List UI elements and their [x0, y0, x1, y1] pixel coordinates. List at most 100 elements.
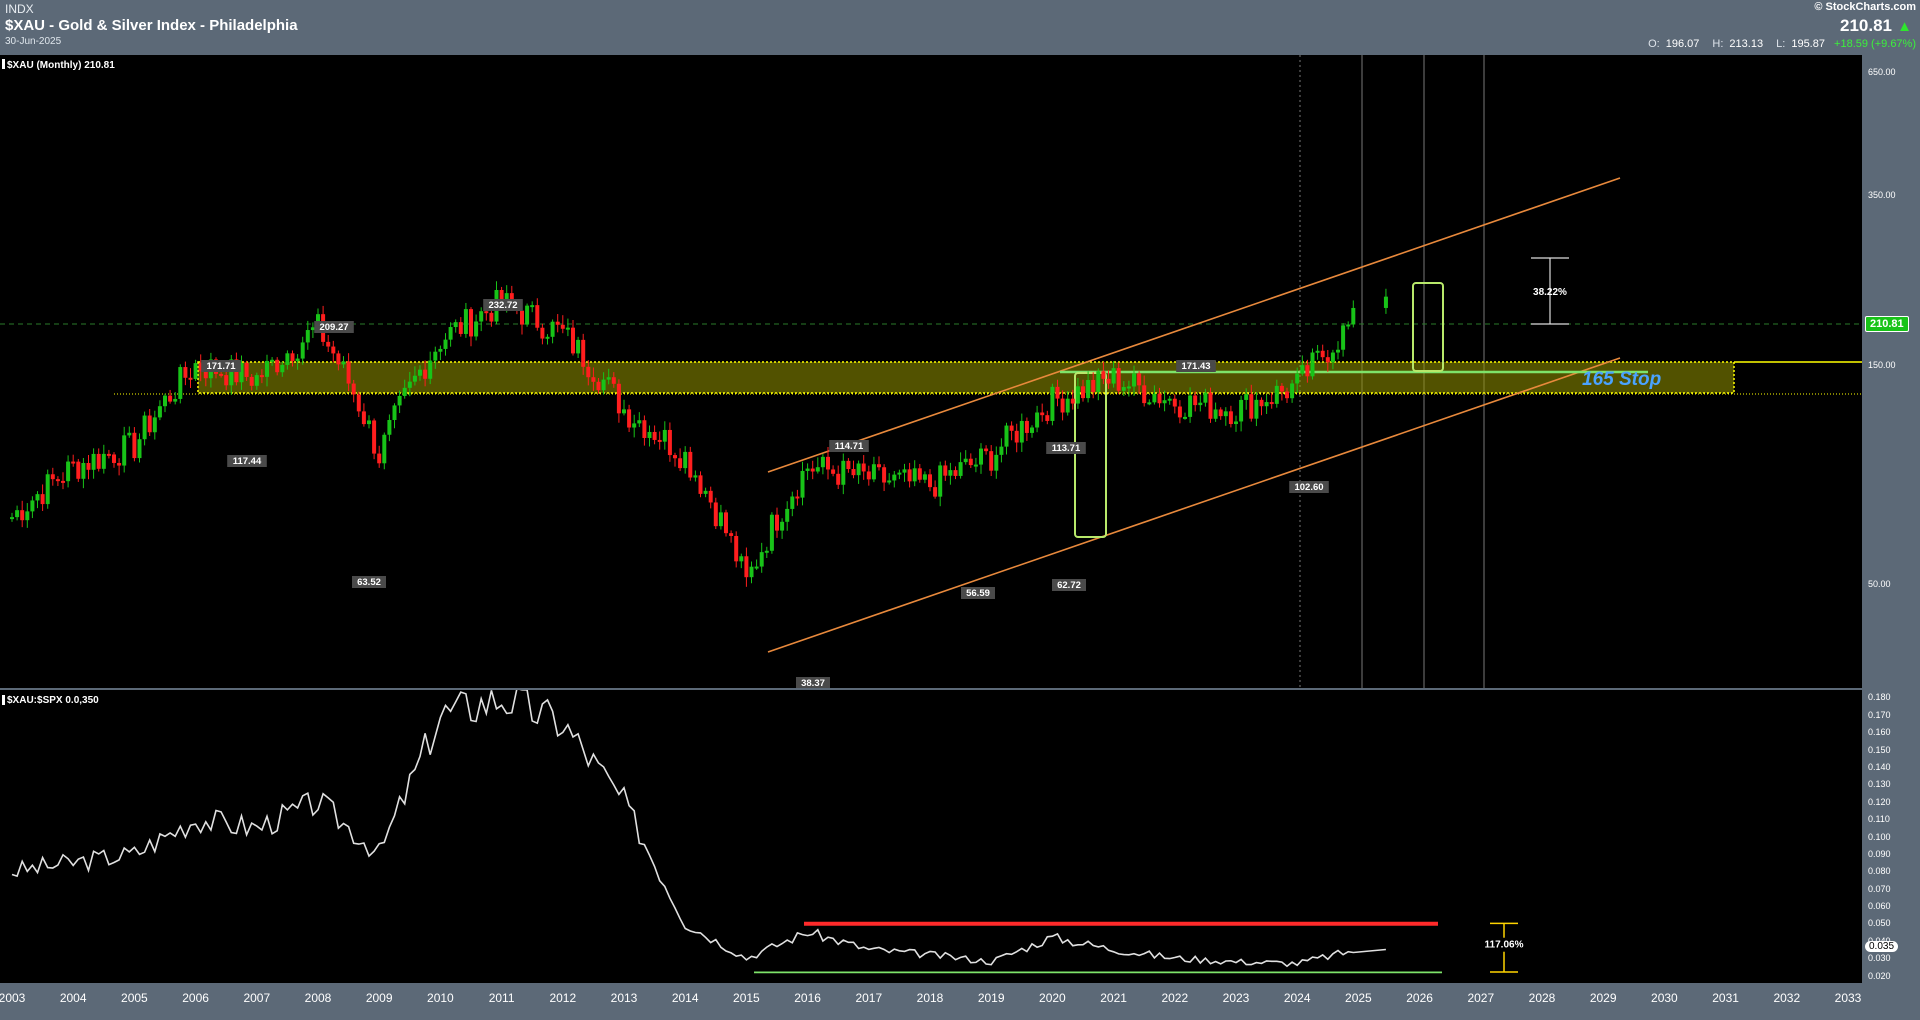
- candle-body: [1198, 402, 1203, 406]
- ratio-chart[interactable]: 117.06% $XAU:$SPX 0.0,350: [0, 687, 1862, 983]
- candle-body: [438, 348, 443, 352]
- candle-body: [1279, 385, 1284, 392]
- candle-body: [265, 360, 269, 377]
- candle-body: [729, 533, 734, 536]
- candle-body: [560, 324, 565, 329]
- candle-body: [1030, 427, 1034, 433]
- x-tick-label: 2024: [1283, 991, 1311, 1005]
- candle-body: [326, 341, 331, 347]
- candle-body: [1065, 398, 1070, 413]
- candle-body: [377, 453, 382, 464]
- candle-body: [443, 339, 448, 349]
- chart-header: INDX $XAU - Gold & Silver Index - Philad…: [0, 0, 1920, 55]
- price-label: 56.59: [966, 588, 990, 599]
- candle-body: [769, 514, 774, 551]
- candle-body: [280, 364, 285, 373]
- candle-body: [1320, 350, 1325, 358]
- candle-body: [1300, 365, 1305, 374]
- candle-body: [372, 420, 377, 454]
- price-panel[interactable]: 232.72 209.27 171.71 117.44 63.52 114.71 56.59…: [0, 55, 1862, 689]
- candle-body: [219, 373, 224, 376]
- candle-body: [193, 363, 198, 379]
- candle-body: [877, 464, 881, 468]
- candle-body: [535, 305, 540, 328]
- ratio-last-tag: 0.035: [1865, 941, 1899, 953]
- candle-body: [55, 479, 60, 482]
- candle-body: [1157, 393, 1162, 404]
- up-arrow-icon: ▲: [1897, 18, 1912, 35]
- candle-body: [203, 371, 208, 379]
- candle-body: [1086, 379, 1091, 399]
- candle-body: [948, 470, 953, 476]
- candle-body: [912, 468, 917, 482]
- candle-body: [973, 464, 978, 467]
- candle-body: [1152, 393, 1157, 403]
- candle-body: [295, 358, 300, 362]
- candle-body: [254, 375, 259, 386]
- candle-body: [917, 468, 922, 480]
- candle-body: [984, 448, 989, 452]
- price-label: 38.37: [801, 678, 825, 688]
- candle-body: [76, 461, 81, 479]
- brand-logo[interactable]: © StockCharts.com: [1814, 1, 1916, 13]
- candle-body: [1310, 352, 1315, 377]
- candle-body: [331, 346, 336, 354]
- candle-body: [616, 383, 621, 414]
- candle-body: [361, 411, 366, 425]
- candle-body: [565, 327, 570, 330]
- price-label: 209.27: [319, 322, 348, 333]
- ratio-y-tick-label: 0.140: [1868, 761, 1891, 772]
- candle-body: [724, 512, 728, 534]
- candle-body: [882, 467, 887, 483]
- ratio-legend: $XAU:$SPX 0.0,350: [7, 695, 99, 706]
- candle-body: [290, 353, 295, 362]
- candle-body: [922, 474, 927, 480]
- candle-body: [1295, 373, 1300, 384]
- candle-body: [1162, 400, 1167, 404]
- candle-body: [448, 327, 453, 340]
- candle-body: [341, 361, 346, 365]
- candle-body: [178, 367, 183, 399]
- candle-body: [611, 377, 616, 384]
- candle-body: [275, 359, 280, 373]
- open-label: O:: [1648, 38, 1660, 50]
- last-price: 210.81: [1840, 16, 1892, 35]
- x-tick-label: 2029: [1589, 991, 1617, 1005]
- candle-body: [142, 415, 147, 440]
- candle-body: [1346, 324, 1351, 327]
- candle-body: [336, 353, 341, 365]
- y-tick-label: 350.00: [1868, 190, 1896, 201]
- x-tick-label: 2027: [1467, 991, 1495, 1005]
- ratio-y-tick-label: 0.160: [1868, 727, 1891, 738]
- candle-body: [688, 451, 693, 478]
- candle-body: [259, 375, 264, 378]
- candle-body: [392, 405, 397, 421]
- candle-body: [1172, 398, 1177, 407]
- candle-body: [1167, 398, 1172, 401]
- candle-body: [418, 369, 422, 376]
- x-tick-label: 2015: [733, 991, 760, 1005]
- candle-body: [759, 552, 764, 567]
- ratio-panel[interactable]: 117.06% $XAU:$SPX 0.0,350: [0, 687, 1862, 983]
- candle-body: [1315, 350, 1320, 353]
- exchange-label: INDX: [5, 2, 34, 16]
- candle-body: [601, 379, 606, 391]
- candle-body: [1383, 296, 1388, 308]
- candle-body: [1081, 386, 1085, 399]
- price-chart[interactable]: 232.72 209.27 171.71 117.44 63.52 114.71 56.59…: [0, 55, 1862, 689]
- candle-body: [647, 431, 652, 438]
- legend-marker: [2, 59, 5, 69]
- candle-body: [1254, 399, 1259, 419]
- candle-body: [1126, 386, 1131, 389]
- candle-body: [412, 375, 417, 382]
- candle-body: [820, 456, 825, 468]
- candle-body: [474, 321, 479, 337]
- price-label: 117.44: [233, 456, 262, 467]
- candle-body: [810, 468, 815, 472]
- candle-body: [713, 502, 718, 527]
- candle-body: [958, 462, 963, 476]
- candle-body: [667, 429, 672, 456]
- candle-body: [902, 469, 907, 473]
- candle-body: [402, 387, 407, 396]
- candle-body: [137, 439, 142, 459]
